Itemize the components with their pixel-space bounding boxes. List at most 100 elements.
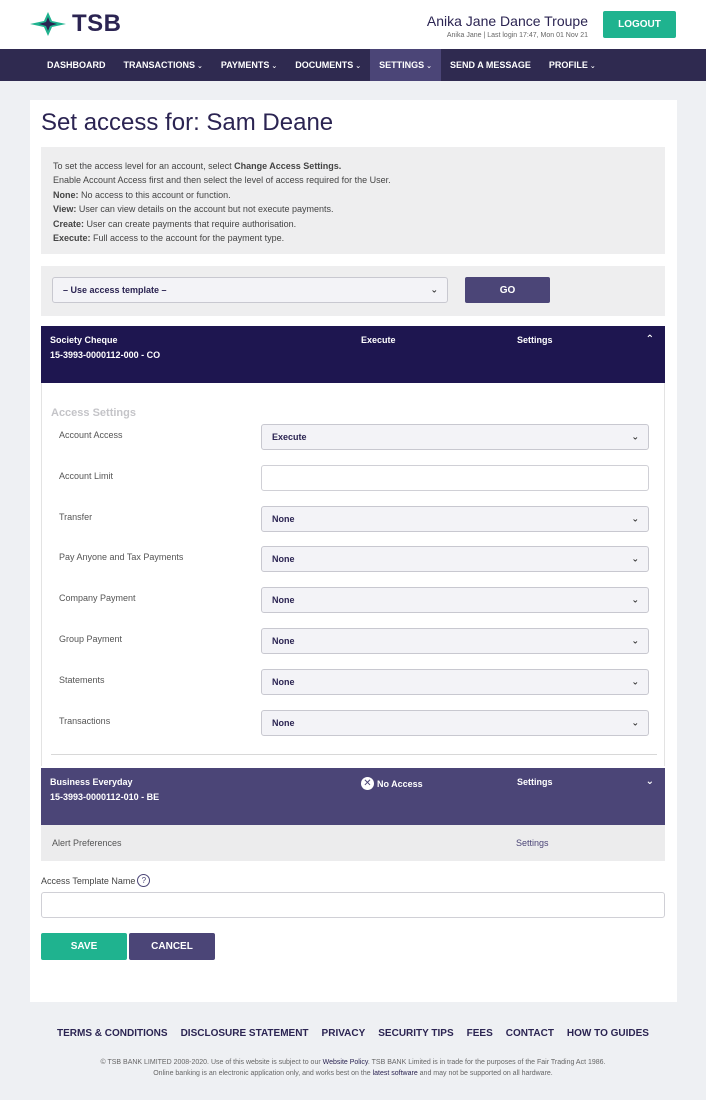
access-settings-title: Access Settings [51,407,136,419]
setting-select-group-payment[interactable]: None ⌄ [261,628,649,654]
website-policy-link[interactable]: Website Policy [323,1059,368,1066]
footer-link-security-tips[interactable]: SECURITY TIPS [378,1028,453,1039]
access-info-box: To set the access level for an account, … [41,147,665,254]
nav-item-dashboard[interactable]: DASHBOARD [38,49,115,81]
nav-item-settings[interactable]: SETTINGS ⌄ [370,49,442,81]
logo-text: TSB [72,10,122,37]
setting-label-statements: Statements [59,674,105,685]
chevron-down-icon: ⌄ [631,431,639,442]
main-card: Set access for: Sam Deane To set the acc… [30,100,677,1002]
nav-item-label: SEND A MESSAGE [450,60,531,70]
footer-legal: © TSB BANK LIMITED 2008-2020. Use of thi… [0,1057,706,1079]
alert-preferences-settings-link[interactable]: Settings [516,838,549,848]
info-none-desc: No access to this account or function. [78,189,231,200]
setting-select-value: None [272,554,295,565]
account-number: 15-3993-0000112-000 - CO [50,350,161,360]
access-template-value: – Use access template – [63,285,167,295]
setting-select-value: Execute [272,432,307,442]
access-settings-panel: Access Settings Account Access Execute ⌄ Ac… [41,383,665,766]
footer-link-terms-conditions[interactable]: TERMS & CONDITIONS [57,1028,168,1039]
account-header-society-cheque[interactable]: Society Cheque 15-3993-0000112-000 - CO … [41,326,665,383]
access-level-text: No Access [377,778,423,789]
setting-label-company-payment: Company Payment [59,593,136,604]
account-access-level: Execute [361,335,396,345]
legal-text-d: and may not be supported on all hardware… [417,1070,553,1077]
nav-item-documents[interactable]: DOCUMENTS ⌄ [286,49,370,81]
nav-item-profile[interactable]: PROFILE ⌄ [540,49,605,81]
setting-select-account-access[interactable]: Execute ⌄ [261,424,649,450]
chevron-down-icon: ⌄ [631,513,639,524]
alert-preferences-row: Alert Preferences Settings [41,825,665,861]
access-template-row: – Use access template – ⌄ GO [41,266,665,316]
no-access-x-icon: ✕ [361,777,374,790]
main-nav: DASHBOARD TRANSACTIONS ⌄ PAYMENTS ⌄ DOCUMENTS… [0,49,706,81]
nav-item-payments[interactable]: PAYMENTS ⌄ [212,49,286,81]
chevron-down-icon: ⌄ [631,676,639,687]
setting-select-pay-anyone-and-tax-payments[interactable]: None ⌄ [261,546,649,573]
info-line2: Enable Account Access first and then sel… [53,175,391,186]
help-icon[interactable]: ? [137,874,151,887]
footer-link-disclosure-statement[interactable]: DISCLOSURE STATEMENT [181,1028,309,1039]
chevron-down-icon: ⌄ [631,717,639,728]
setting-select-transfer[interactable]: None ⌄ [261,505,649,532]
info-create-term: Create: [53,218,85,229]
last-login-info: Anika Jane | Last login 17:47, Mon 01 No… [446,32,588,39]
footer-link-fees[interactable]: FEES [467,1028,493,1039]
info-view-desc: User can view details on the account but… [76,204,334,215]
setting-select-transactions[interactable]: None ⌄ [261,709,649,736]
header: TSB Anika Jane Dance Troupe Anika Jane |… [0,0,706,49]
legal-text-c: Online banking is an electronic applicat… [153,1070,373,1077]
tsb-logo[interactable]: TSB [30,10,122,38]
footer-link-how-to-guides[interactable]: HOW TO GUIDES [567,1028,649,1039]
info-line1-bold: Change Access Settings. [234,161,342,171]
tsb-star-icon [30,12,66,36]
account-number: 15-3993-0000112-010 - BE [50,792,160,802]
nav-item-send-a-message[interactable]: SEND A MESSAGE [441,49,540,81]
setting-select-statements[interactable]: None ⌄ [261,668,649,695]
chevron-down-icon: ⌄ [197,63,203,70]
logout-button[interactable]: LOGOUT [603,11,676,38]
chevron-down-icon: ⌄ [589,63,596,70]
setting-label-account-limit: Account Limit [59,470,114,481]
chevron-down-icon: ⌄ [631,635,639,646]
chevron-down-icon: ⌄ [426,63,433,70]
go-button[interactable]: GO [465,277,550,303]
footer-links: TERMS & CONDITIONS DISCLOSURE STATEMENT PR… [0,1028,706,1039]
template-name-label-text: Access Template Name [41,875,136,886]
account-header-business-everyday[interactable]: Business Everyday 15-3993-0000112-010 - … [41,768,665,825]
account-settings-link[interactable]: Settings [517,335,553,345]
setting-select-value: None [272,717,295,728]
setting-input-account-limit[interactable] [261,464,649,491]
setting-label-account-access: Account Access [59,430,123,440]
info-none-term: None: [53,189,79,200]
access-template-select[interactable]: – Use access template – ⌄ [52,277,448,303]
setting-select-value: None [272,595,295,606]
chevron-up-icon[interactable]: ⌃ [646,334,654,345]
access-level-text: Execute [361,335,396,345]
setting-label-transfer: Transfer [59,511,93,522]
footer-link-privacy[interactable]: PRIVACY [322,1028,366,1039]
chevron-down-icon: ⌄ [631,553,639,564]
page-title: Set access for: Sam Deane [41,109,334,136]
nav-item-label: DASHBOARD [47,60,106,70]
save-button[interactable]: SAVE [41,933,127,960]
nav-item-transactions[interactable]: TRANSACTIONS ⌄ [115,49,212,81]
latest-software-link[interactable]: latest software [373,1070,418,1077]
footer-link-contact[interactable]: CONTACT [506,1028,554,1039]
nav-item-label: TRANSACTIONS [123,60,196,70]
account-access-level: ✕ No Access [361,777,423,790]
access-template-name-input[interactable] [41,892,665,918]
info-line1: To set the access level for an account, … [53,161,235,171]
setting-select-company-payment[interactable]: None ⌄ [261,587,649,614]
chevron-down-icon: ⌄ [430,284,438,295]
panel-divider [51,754,657,755]
chevron-down-icon[interactable]: ⌄ [646,776,654,787]
setting-label-group-payment: Group Payment [59,634,123,644]
alert-preferences-label: Alert Preferences [52,838,122,848]
account-settings-link[interactable]: Settings [517,777,553,787]
setting-label-transactions: Transactions [59,715,111,726]
setting-select-value: None [272,676,295,687]
cancel-button[interactable]: CANCEL [129,933,215,960]
info-view-term: View: [53,204,77,215]
nav-item-label: SETTINGS [379,60,425,70]
